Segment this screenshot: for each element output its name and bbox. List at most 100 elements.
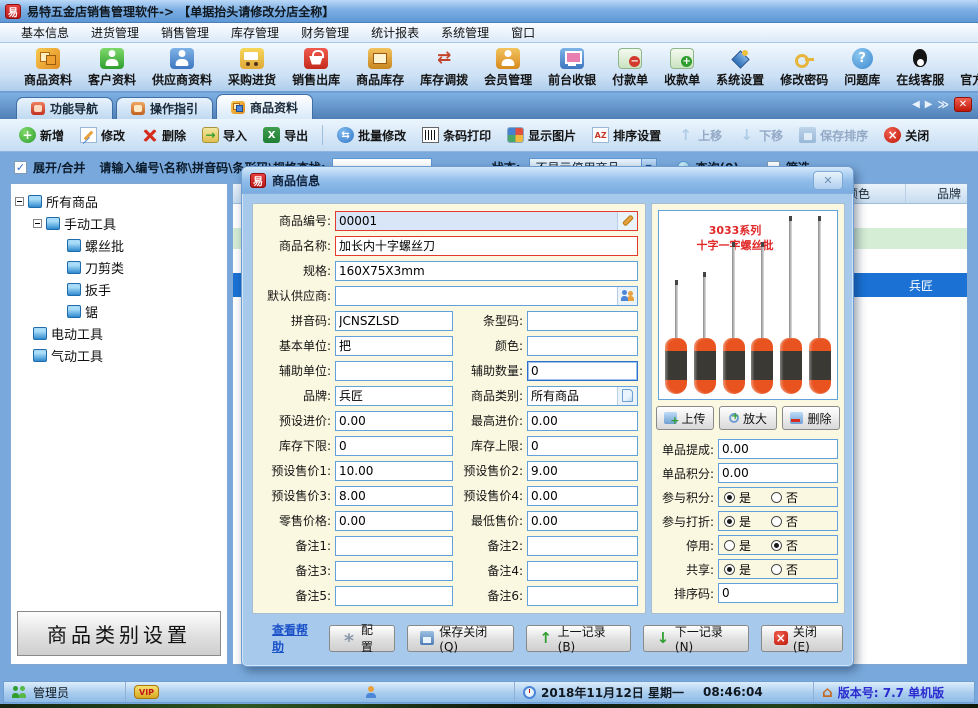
menu-basic-info[interactable]: 基本信息 — [10, 22, 80, 43]
toolbar-suppliers-button[interactable]: 供应商资料 — [144, 46, 220, 89]
dialog-close-button[interactable]: ✕ — [813, 171, 843, 190]
tab-close-button[interactable]: ✕ — [954, 97, 972, 112]
sort-code-input[interactable] — [718, 583, 838, 603]
tab-overflow-icon[interactable]: ≫ — [937, 98, 949, 111]
menu-sales[interactable]: 销售管理 — [150, 22, 220, 43]
move-down-button[interactable]: 下移 — [731, 124, 790, 147]
radio-no[interactable] — [771, 492, 782, 503]
move-up-button[interactable]: 上移 — [670, 124, 729, 147]
toolbar-cashier-button[interactable]: 前台收银 — [540, 46, 604, 89]
radio-no[interactable] — [771, 516, 782, 527]
color-input[interactable] — [527, 336, 638, 356]
toolbar-payment-button[interactable]: −付款单 — [604, 46, 656, 89]
expand-merge-checkbox[interactable] — [14, 161, 27, 174]
toolbar-sales-out-button[interactable]: 销售出库 — [284, 46, 348, 89]
radio-no[interactable] — [771, 540, 782, 551]
sort-settings-button[interactable]: 排序设置 — [585, 124, 668, 147]
show-images-button[interactable]: 显示图片 — [500, 124, 583, 147]
tree-node-saws[interactable]: 锯 — [67, 300, 223, 322]
toolbar-purchase-button[interactable]: 采购进货 — [220, 46, 284, 89]
note3-input[interactable] — [335, 561, 453, 581]
retail-price-input[interactable] — [335, 511, 453, 531]
radio-no[interactable] — [771, 564, 782, 575]
prev-record-button[interactable]: 上一记录(B) — [526, 625, 631, 652]
barcode-print-button[interactable]: 条码打印 — [415, 124, 498, 147]
commission-input[interactable] — [718, 439, 838, 459]
toolbar-members-button[interactable]: 会员管理 — [476, 46, 540, 89]
toolbar-support-button[interactable]: 在线客服 — [888, 46, 952, 89]
help-link[interactable]: 查看帮助 — [272, 621, 317, 655]
category-settings-button[interactable]: 商品类别设置 — [17, 611, 221, 656]
tab-scroll-right-icon[interactable]: ▶ — [925, 99, 933, 110]
delete-button[interactable]: 删除 — [134, 124, 193, 147]
brand-input[interactable] — [335, 386, 453, 406]
tree-node-hand-tools[interactable]: 手动工具 — [33, 212, 223, 234]
points-input[interactable] — [718, 463, 838, 483]
menu-system[interactable]: 系统管理 — [430, 22, 500, 43]
supplier-lookup-button[interactable] — [617, 287, 637, 305]
toolbar-goods-button[interactable]: 商品资料 — [16, 46, 80, 89]
edit-button[interactable]: 修改 — [73, 124, 132, 147]
add-button[interactable]: 新增 — [12, 124, 71, 147]
toolbar-receipt-button[interactable]: +收款单 — [656, 46, 708, 89]
save-close-button[interactable]: 保存关闭(Q) — [407, 625, 513, 652]
dialog-title-bar[interactable]: 易 商品信息 — [242, 167, 853, 194]
toolbar-settings-button[interactable]: 系统设置 — [708, 46, 772, 89]
zoom-image-button[interactable]: 放大 — [719, 406, 777, 430]
aux-unit-input[interactable] — [335, 361, 453, 381]
price2-input[interactable] — [527, 461, 638, 481]
tree-node-pneumatic-tools[interactable]: 气动工具 — [33, 344, 223, 366]
toolbar-stock-button[interactable]: 商品库存 — [348, 46, 412, 89]
note1-input[interactable] — [335, 536, 453, 556]
menu-window[interactable]: 窗口 — [500, 22, 546, 43]
note6-input[interactable] — [527, 586, 638, 606]
pinyin-input[interactable] — [335, 311, 453, 331]
note5-input[interactable] — [335, 586, 453, 606]
price4-input[interactable] — [527, 486, 638, 506]
note4-input[interactable] — [527, 561, 638, 581]
spec-input[interactable] — [335, 261, 638, 281]
export-button[interactable]: 导出 — [256, 124, 315, 147]
config-button[interactable]: 配置 — [329, 625, 395, 652]
barcode-input[interactable] — [527, 311, 638, 331]
radio-yes[interactable] — [724, 540, 735, 551]
delete-image-button[interactable]: 删除 — [782, 406, 840, 430]
menu-purchase[interactable]: 进货管理 — [80, 22, 150, 43]
toolbar-faq-button[interactable]: 问题库 — [836, 46, 888, 89]
batch-edit-button[interactable]: 批量修改 — [330, 124, 413, 147]
collapse-icon[interactable] — [15, 197, 24, 206]
tree-node-wrenches[interactable]: 扳手 — [67, 278, 223, 300]
toolbar-website-button[interactable]: 官方网站 — [952, 46, 978, 89]
note2-input[interactable] — [527, 536, 638, 556]
menu-reports[interactable]: 统计报表 — [360, 22, 430, 43]
close-list-button[interactable]: 关闭 — [877, 124, 936, 147]
category-lookup-button[interactable] — [617, 387, 637, 405]
base-unit-input[interactable] — [335, 336, 453, 356]
edit-code-button[interactable] — [617, 212, 637, 230]
collapse-icon[interactable] — [33, 219, 42, 228]
tree-node-power-tools[interactable]: 电动工具 — [33, 322, 223, 344]
import-button[interactable]: 导入 — [195, 124, 254, 147]
menu-finance[interactable]: 财务管理 — [290, 22, 360, 43]
toolbar-transfer-button[interactable]: 库存调拨 — [412, 46, 476, 89]
stock-min-input[interactable] — [335, 436, 453, 456]
toolbar-password-button[interactable]: 修改密码 — [772, 46, 836, 89]
upload-image-button[interactable]: 上传 — [656, 406, 714, 430]
radio-yes[interactable] — [724, 564, 735, 575]
price3-input[interactable] — [335, 486, 453, 506]
column-header-brand[interactable]: 品牌 — [905, 184, 967, 203]
max-cost-input[interactable] — [527, 411, 638, 431]
price1-input[interactable] — [335, 461, 453, 481]
aux-qty-input[interactable] — [527, 361, 638, 381]
tab-scroll-left-icon[interactable]: ◀ — [912, 99, 920, 110]
menu-inventory[interactable]: 库存管理 — [220, 22, 290, 43]
tree-node-knives[interactable]: 刀剪类 — [67, 256, 223, 278]
product-code-input[interactable] — [335, 211, 638, 231]
tab-function-nav[interactable]: 功能导航 — [16, 97, 113, 119]
preset-cost-input[interactable] — [335, 411, 453, 431]
min-price-input[interactable] — [527, 511, 638, 531]
product-name-input[interactable] — [335, 236, 638, 256]
tree-node-all-goods[interactable]: 所有商品 — [15, 190, 223, 212]
tab-guide[interactable]: 操作指引 — [116, 97, 213, 119]
default-supplier-input[interactable] — [335, 286, 638, 306]
